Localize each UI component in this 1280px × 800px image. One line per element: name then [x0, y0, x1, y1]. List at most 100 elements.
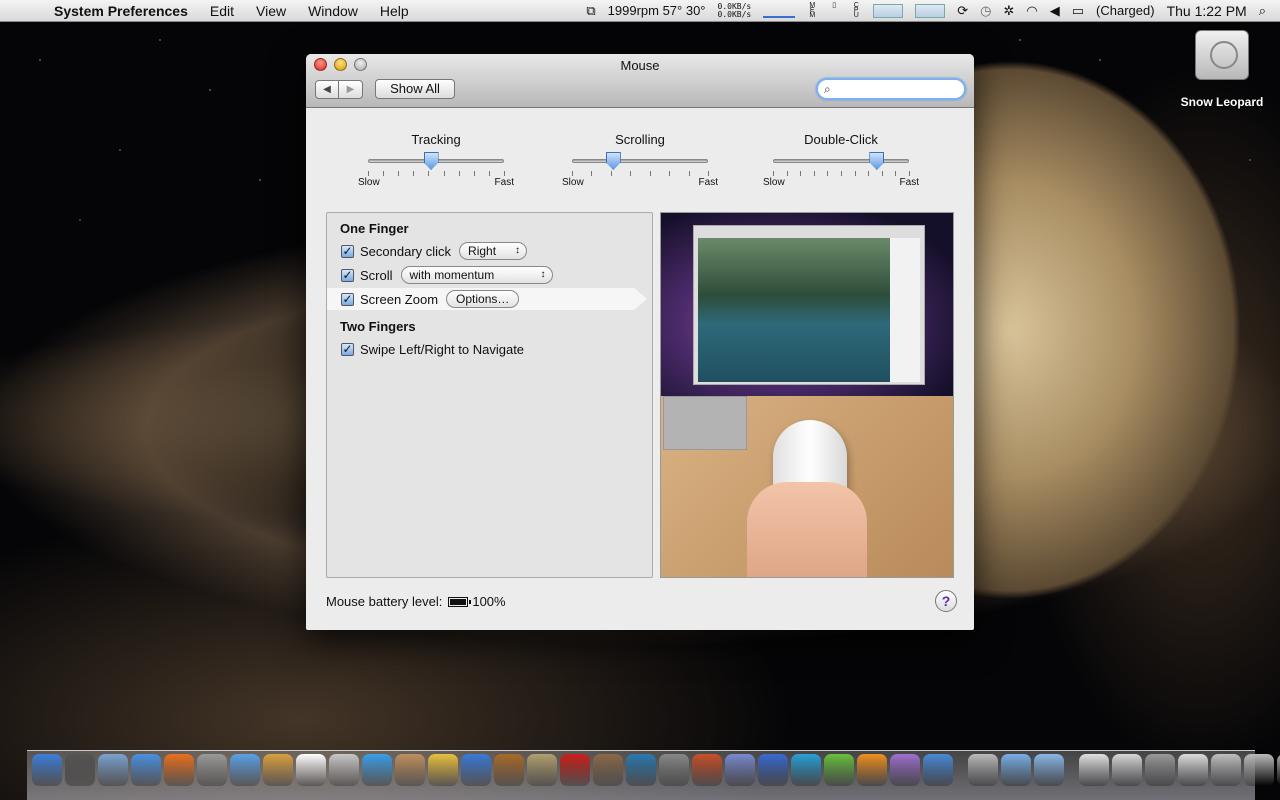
dock-app-icon[interactable] [1001, 754, 1031, 786]
network-stats[interactable]: 0.0KB/s 0.0KB/s [718, 2, 752, 19]
slider-tick [413, 171, 415, 176]
memory-gauge-icon[interactable]: MEM [807, 2, 817, 19]
dock-app-icon[interactable] [560, 754, 590, 786]
dock-app-icon[interactable] [791, 754, 821, 786]
cpu-graph-2[interactable] [915, 3, 946, 18]
slider-tick [854, 171, 856, 176]
dock-app-icon[interactable] [593, 754, 623, 786]
slider-thumb[interactable] [605, 152, 621, 170]
screen-sharing-icon[interactable]: ⧉ [586, 3, 595, 19]
scroll-checkbox[interactable]: ✓ [341, 268, 354, 282]
network-graph[interactable] [763, 4, 796, 18]
menu-window[interactable]: Window [297, 3, 369, 19]
menu-view[interactable]: View [245, 3, 297, 19]
dock-app-icon[interactable] [1034, 754, 1064, 786]
help-button[interactable]: ? [935, 590, 957, 612]
dock-app-icon[interactable] [329, 754, 359, 786]
dock-app-icon[interactable] [1244, 754, 1274, 786]
slider-tick [813, 171, 815, 176]
dock-app-icon[interactable] [32, 754, 62, 786]
dock-app-icon[interactable] [131, 754, 161, 786]
mouse-battery-status: Mouse battery level: 100% [326, 594, 506, 609]
screen-zoom-row[interactable]: ✓ Screen Zoom Options… [341, 289, 520, 309]
cpu-gauge-icon[interactable]: CPU [851, 2, 861, 19]
desktop-drive[interactable]: Snow Leopard [1176, 30, 1268, 109]
preview-window [693, 225, 925, 385]
slider-tick [868, 171, 870, 176]
preview-sidebar [890, 238, 920, 382]
dock-app-icon[interactable] [527, 754, 557, 786]
dock-app-icon[interactable] [1112, 754, 1142, 786]
menu-edit[interactable]: Edit [199, 3, 245, 19]
scrolling-slider[interactable]: Scrolling Slow Fast [560, 132, 720, 188]
secondary-click-popup[interactable]: Right [459, 242, 528, 260]
menu-bar: System Preferences Edit View Window Help… [0, 0, 1280, 22]
sync-icon[interactable]: ⟳ [957, 3, 968, 19]
dock-app-icon[interactable] [1079, 754, 1109, 786]
spotlight-icon[interactable]: ⌕ [1259, 3, 1266, 19]
dock-app-icon[interactable] [164, 754, 194, 786]
dock-app-icon[interactable] [428, 754, 458, 786]
dock-app-icon[interactable] [1178, 754, 1208, 786]
dock-app-icon[interactable] [725, 754, 755, 786]
slider-tick [398, 171, 400, 176]
dock-app-icon[interactable] [65, 754, 95, 786]
slider-thumb[interactable] [869, 152, 885, 170]
mouse-preferences-window: Mouse ◀ ▶ Show All ⌕ Tracking Slow Fast … [306, 54, 974, 630]
dock-app-icon[interactable] [626, 754, 656, 786]
screen-zoom-checkbox[interactable]: ✓ [341, 292, 354, 306]
slider-tick [383, 171, 385, 176]
clock[interactable]: Thu 1:22 PM [1167, 3, 1247, 19]
double-click-slider[interactable]: Double-Click Slow Fast [761, 132, 921, 188]
slider-tick [909, 171, 910, 176]
dock-app-icon[interactable] [362, 754, 392, 786]
bluetooth-icon[interactable]: ✲ [1003, 3, 1014, 19]
scroll-popup[interactable]: with momentum [400, 266, 553, 284]
secondary-click-checkbox[interactable]: ✓ [341, 244, 354, 258]
menu-extras: ⧉ 1999rpm 57° 30° 0.0KB/s 0.0KB/s MEM ▯ … [580, 0, 1280, 22]
menu-app-name[interactable]: System Preferences [54, 3, 199, 19]
fan-temp-readout[interactable]: 1999rpm 57° 30° [608, 3, 706, 18]
time-machine-icon[interactable]: ◷ [980, 3, 991, 19]
dock-app-icon[interactable] [923, 754, 953, 786]
wifi-icon[interactable]: ◠ [1026, 3, 1037, 19]
forward-button[interactable]: ▶ [339, 80, 363, 99]
dock-app-icon[interactable] [263, 754, 293, 786]
dock-app-icon[interactable] [659, 754, 689, 786]
swipe-checkbox[interactable]: ✓ [341, 342, 354, 356]
menu-help[interactable]: Help [369, 3, 420, 19]
dock-app-icon[interactable] [758, 754, 788, 786]
dock-app-icon[interactable] [692, 754, 722, 786]
dock-app-icon[interactable] [395, 754, 425, 786]
slider-tick [428, 171, 430, 176]
dock-app-icon[interactable] [494, 754, 524, 786]
battery-icon[interactable]: ▭ [1072, 3, 1084, 19]
battery-value: 100% [472, 594, 506, 609]
dock-app-icon[interactable] [857, 754, 887, 786]
dock-app-icon[interactable] [968, 754, 998, 786]
preview-desk [661, 396, 953, 577]
dock-app-icon[interactable] [824, 754, 854, 786]
slider-tick [881, 171, 883, 176]
dock-items [32, 754, 1280, 786]
cpu-graph[interactable] [873, 3, 904, 18]
battery-status[interactable]: (Charged) [1096, 3, 1155, 18]
slider-label: Scrolling [615, 132, 665, 147]
dock-app-icon[interactable] [461, 754, 491, 786]
search-field[interactable]: ⌕ [816, 78, 966, 100]
dock-app-icon[interactable] [197, 754, 227, 786]
back-button[interactable]: ◀ [315, 80, 339, 99]
screen-zoom-options-button[interactable]: Options… [446, 290, 520, 308]
dock-app-icon[interactable] [296, 754, 326, 786]
dock-app-icon[interactable] [230, 754, 260, 786]
volume-icon[interactable]: ◀ [1050, 3, 1060, 19]
show-all-button[interactable]: Show All [375, 79, 455, 99]
dock-app-icon[interactable] [1211, 754, 1241, 786]
dock-app-icon[interactable] [890, 754, 920, 786]
slider-label: Double-Click [804, 132, 878, 147]
tracking-slider[interactable]: Tracking Slow Fast [356, 132, 516, 188]
slider-thumb[interactable] [423, 152, 439, 170]
dock-app-icon[interactable] [98, 754, 128, 786]
dock-app-icon[interactable] [1145, 754, 1175, 786]
disk-gauge-icon[interactable]: ▯ [829, 2, 839, 19]
